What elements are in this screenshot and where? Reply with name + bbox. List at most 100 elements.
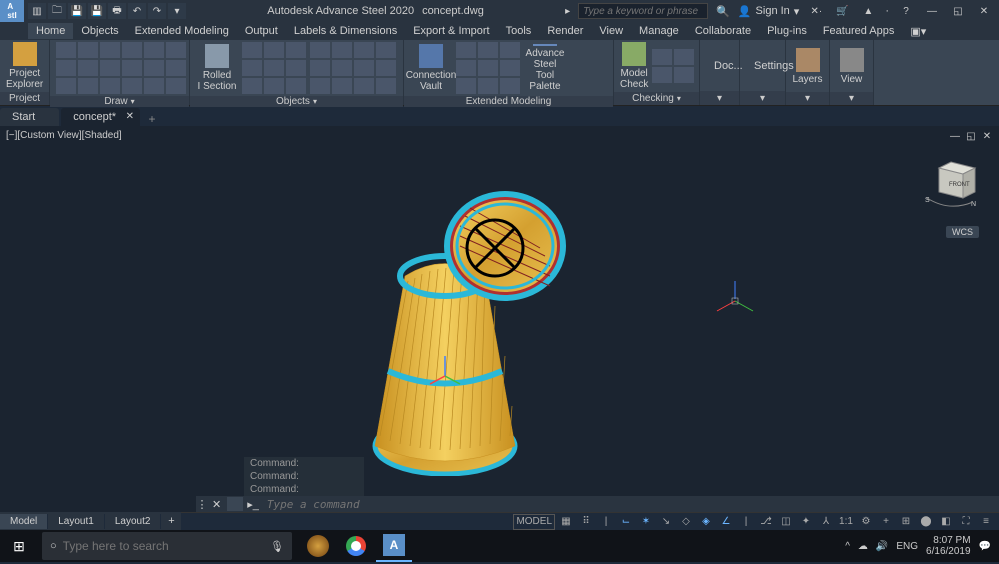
start-button[interactable]: ⊞ [0, 530, 38, 562]
command-options-icon[interactable] [227, 497, 243, 511]
taskbar-app-1[interactable] [300, 530, 336, 562]
layout-tab-layout1[interactable]: Layout1 [48, 514, 105, 529]
qat-redo-icon[interactable]: ↷ [148, 3, 166, 19]
view-button[interactable]: View [836, 42, 867, 90]
polar-icon[interactable]: ✶ [637, 514, 655, 530]
qat-save-icon[interactable]: 💾 [68, 3, 86, 19]
array-icon[interactable] [166, 78, 186, 94]
tab-objects[interactable]: Objects [73, 23, 126, 39]
search-icon[interactable]: 🔍 [716, 5, 730, 18]
weld-icon[interactable] [264, 60, 284, 76]
qat-new-icon[interactable]: ▥ [28, 3, 46, 19]
panel-objects-title[interactable]: Objects [190, 96, 403, 107]
tab-labels-dimensions[interactable]: Labels & Dimensions [286, 23, 405, 39]
qat-print-icon[interactable]: 🖶 [108, 3, 126, 19]
exchange-icon[interactable]: ✕· [807, 3, 825, 19]
line-icon[interactable] [56, 42, 76, 58]
viewport-minimize-icon[interactable]: — [949, 130, 961, 142]
tab-home[interactable]: Home [28, 23, 73, 39]
ortho-icon[interactable]: ⌙ [617, 514, 635, 530]
ext-icon-1[interactable] [456, 42, 476, 58]
move-icon[interactable] [166, 42, 186, 58]
scale-button[interactable]: 1:1 [837, 514, 855, 530]
obj-icon-9[interactable] [310, 78, 330, 94]
close-button[interactable]: ✕ [975, 3, 993, 19]
annotation-monitor-icon[interactable]: + [877, 514, 895, 530]
fillet-icon[interactable] [100, 78, 120, 94]
workspace-icon[interactable]: ⚙ [857, 514, 875, 530]
app-logo[interactable]: Astl [0, 0, 24, 22]
obj-icon-12[interactable] [376, 78, 396, 94]
wcs-badge[interactable]: WCS [946, 226, 979, 238]
panel-extmodel-title[interactable]: Extended Modeling [404, 96, 613, 107]
layers-button[interactable]: Layers [792, 42, 823, 90]
panel-settings-expand[interactable]: ▾ [740, 91, 785, 105]
viewport-label[interactable]: [−][Custom View][Shaded] [6, 130, 122, 141]
clean-screen-icon[interactable]: ⛶ [957, 514, 975, 530]
tab-expand-icon[interactable]: ▣▾ [902, 23, 934, 40]
obj-icon-2[interactable] [332, 42, 352, 58]
obj-icon-11[interactable] [354, 78, 374, 94]
stair-icon[interactable] [264, 78, 284, 94]
isodraft-icon[interactable]: ↘ [657, 514, 675, 530]
hatch-icon[interactable] [100, 60, 120, 76]
restore-button[interactable]: ◱ [949, 3, 967, 19]
panel-draw-title[interactable]: Draw [50, 96, 189, 107]
tab-render[interactable]: Render [539, 23, 591, 39]
ext-icon-6[interactable] [500, 60, 520, 76]
annotation-icon[interactable]: ⅄ [817, 514, 835, 530]
qat-open-icon[interactable]: 🗀 [48, 3, 66, 19]
tab-plugins[interactable]: Plug-ins [759, 23, 815, 39]
grid-icon[interactable]: ▦ [557, 514, 575, 530]
circle-icon[interactable] [100, 42, 120, 58]
copy-icon[interactable] [144, 60, 164, 76]
osnap-icon[interactable]: ◇ [677, 514, 695, 530]
tool-palette-button[interactable]: Advance Steel Tool Palette [524, 44, 566, 92]
otrack-icon[interactable]: ∠ [717, 514, 735, 530]
point-icon[interactable] [122, 60, 142, 76]
obj-icon-7[interactable] [354, 60, 374, 76]
rail-icon[interactable] [286, 78, 306, 94]
tab-featured-apps[interactable]: Featured Apps [815, 23, 903, 39]
cart-icon[interactable]: 🛒 [833, 3, 851, 19]
taskbar-search-input[interactable] [63, 539, 270, 553]
tab-tools[interactable]: Tools [498, 23, 540, 39]
tab-export-import[interactable]: Export & Import [405, 23, 497, 39]
add-layout-button[interactable]: + [161, 515, 181, 527]
command-input[interactable] [261, 498, 999, 511]
command-close-icon[interactable]: ✕ [208, 498, 225, 511]
ext-icon-4[interactable] [456, 60, 476, 76]
polyline-icon[interactable] [78, 42, 98, 58]
tray-expand-icon[interactable]: ^ [845, 541, 850, 552]
panel-project-title[interactable]: Project [0, 92, 49, 105]
units-icon[interactable]: ⊞ [897, 514, 915, 530]
column-icon[interactable] [264, 42, 284, 58]
tray-lang[interactable]: ENG [896, 541, 918, 552]
mirror-icon[interactable] [122, 78, 142, 94]
customize-icon[interactable]: ≡ [977, 514, 995, 530]
panel-view-expand[interactable]: ▾ [830, 92, 873, 105]
cloud-icon[interactable]: ▲ [859, 3, 877, 19]
add-tab-button[interactable]: + [142, 112, 162, 126]
obj-icon-1[interactable] [310, 42, 330, 58]
model-space-badge[interactable]: MODEL [513, 514, 555, 530]
qat-undo-icon[interactable]: ↶ [128, 3, 146, 19]
help-icon[interactable]: ? [897, 3, 915, 19]
signin-button[interactable]: 👤 Sign In ▾ [738, 5, 799, 18]
obj-icon-4[interactable] [376, 42, 396, 58]
tab-view[interactable]: View [591, 23, 631, 39]
beam-icon[interactable] [242, 42, 262, 58]
tab-output[interactable]: Output [237, 23, 286, 39]
3dosnap-icon[interactable]: ◈ [697, 514, 715, 530]
rotate-icon[interactable] [166, 60, 186, 76]
taskbar-chrome-icon[interactable] [338, 530, 374, 562]
trim-icon[interactable] [56, 78, 76, 94]
dynamic-ucs-icon[interactable]: ⎇ [757, 514, 775, 530]
check-icon-2[interactable] [674, 49, 694, 65]
snap-icon[interactable]: ⠿ [577, 514, 595, 530]
obj-icon-3[interactable] [354, 42, 374, 58]
viewport[interactable]: [−][Custom View][Shaded] — ◱ ✕ FRONT S N… [0, 126, 999, 512]
doc-tab-concept[interactable]: concept*✕ [61, 108, 140, 126]
connection-vault-button[interactable]: Connection Vault [410, 44, 452, 92]
panel-checking-title[interactable]: Checking [614, 92, 699, 105]
